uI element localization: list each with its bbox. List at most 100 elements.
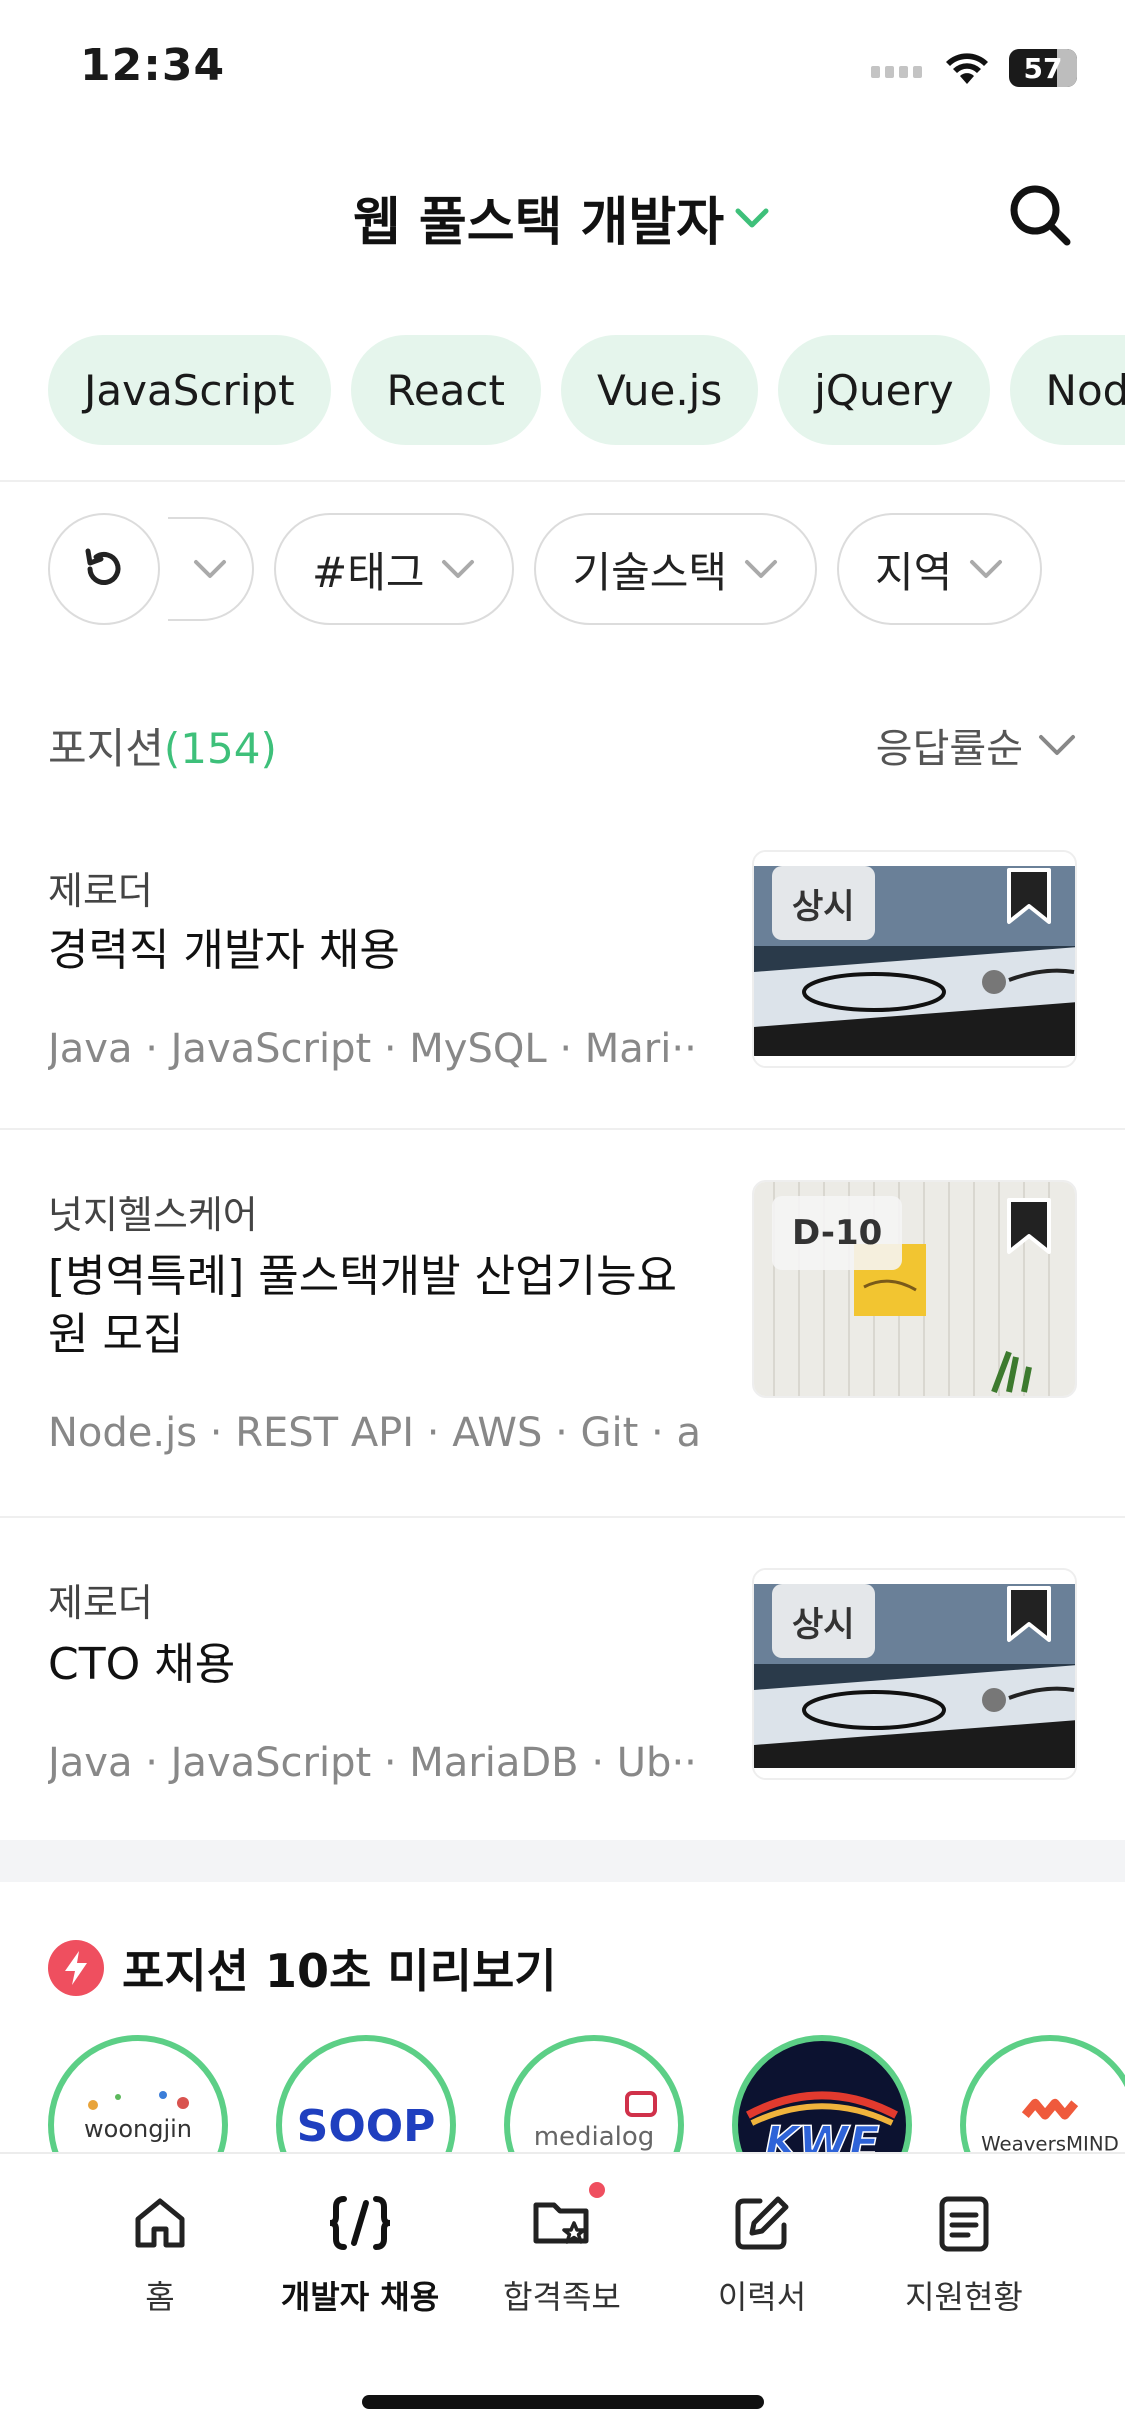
search-icon[interactable] [1005,180,1075,250]
company-logo-medialog[interactable]: medialog [504,2035,684,2155]
chevron-down-icon [442,560,475,578]
soop-logo: SOOP [297,2101,436,2152]
filter-dropdown-partial[interactable] [168,517,254,621]
job-thumbnail: 상시 [752,850,1077,1068]
job-title: CTO 채용 [48,1639,236,1690]
job-thumbnail: 상시 [752,1568,1077,1780]
nav-label: 이력서 [717,2278,807,2316]
battery-level: 57 [1023,51,1063,85]
preview-section-header: 포지션 10초 미리보기 [48,1935,557,2001]
chevron-down-icon [194,560,226,578]
company-logo-weaversmind[interactable]: WeaversMIND [960,2035,1125,2155]
document-list-icon [929,2188,999,2258]
nav-label: 개발자 채용 [280,2278,440,2316]
nav-label: 홈 [145,2278,175,2316]
tech-chip[interactable]: jQuery [778,335,990,445]
woongjin-logo-text: woongjin [84,2115,192,2143]
lightning-icon [48,1940,104,1996]
divider [0,480,1125,482]
bookmark-icon[interactable] [1005,1196,1053,1256]
kwe-logo: KWE [746,2091,898,2155]
tech-chip[interactable]: JavaScript [48,335,331,445]
kwe-logo-text: KWE [764,2117,879,2155]
company-logo-woongjin[interactable]: woongjin [48,2035,228,2155]
tech-chip[interactable]: React [350,335,541,445]
filter-label: 지역 [875,547,953,597]
page-title: 웹 풀스택 개발자 [352,193,725,253]
chevron-down-icon [970,560,1003,578]
job-thumbnail: D-10 [752,1180,1077,1398]
divider [0,1128,1125,1130]
filter-label: #태그 [312,547,425,597]
job-list-item[interactable]: 제로더 CTO 채용 Java · JavaScript · MariaDB ·… [0,1568,1125,1828]
code-icon [325,2188,395,2258]
tech-chip[interactable]: Vue.js [560,335,759,445]
filter-tech-stack[interactable]: 기술스택 [534,513,818,625]
job-category-selector[interactable]: 웹 풀스택 개발자 [0,180,1125,255]
positions-label: 포지션(154) [48,715,277,776]
header: 웹 풀스택 개발자 [0,150,1125,280]
medialog-logo-text: medialog [534,2122,655,2152]
job-tags: Node.js · REST API · AWS · Git · a··· [48,1410,698,1456]
job-title: [병역특례] 풀스택개발 산업기능요원 모집 [48,1251,678,1360]
refresh-icon [85,548,121,585]
preview-title: 포지션 10초 미리보기 [122,1944,557,1998]
job-company: 제로더 [48,1581,153,1625]
job-company: 제로더 [48,869,153,913]
deadline-badge: D-10 [772,1196,903,1270]
edit-icon [727,2188,797,2258]
status-time: 12:34 [80,40,226,91]
job-tags: Java · JavaScript · MariaDB · Ub··· [48,1740,698,1786]
bottom-nav: 홈 개발자 채용 합격족보 이력서 지원현황 [0,2152,1125,2436]
chevron-down-icon [1039,735,1075,755]
sort-dropdown[interactable]: 응답률순 [876,716,1077,774]
nav-item-home[interactable]: 홈 [70,2188,250,2318]
status-bar: 12:34 57 [0,0,1125,140]
divider [0,1516,1125,1518]
job-company: 넛지헬스케어 [48,1193,258,1237]
filter-label: 기술스택 [572,547,728,597]
job-title: 경력직 개발자 채용 [48,925,400,976]
filter-reset-button[interactable] [48,513,160,625]
tech-chip-row: JavaScript React Vue.js jQuery Node.js [48,335,1125,445]
company-logo-soop[interactable]: SOOP [276,2035,456,2155]
nav-item-resume[interactable]: 이력서 [672,2188,852,2318]
nav-item-dev-jobs[interactable]: 개발자 채용 [270,2188,450,2318]
folder-star-icon [527,2182,605,2258]
battery-icon: 57 [1009,49,1077,87]
job-tags: Java · JavaScript · MySQL · Mari··· [48,1026,698,1072]
home-indicator [362,2395,764,2409]
filter-region[interactable]: 지역 [837,513,1043,625]
status-icons: 57 [871,46,1077,90]
weaversmind-logo: WeaversMIND [981,2098,1119,2155]
medialog-logo: medialog [534,2091,657,2152]
job-list-item[interactable]: 넛지헬스케어 [병역특례] 풀스택개발 산업기능요원 모집 Node.js · … [0,1180,1125,1510]
woongjin-logo: woongjin [84,2091,192,2143]
section-separator [0,1840,1125,1882]
chevron-down-icon [745,560,778,578]
deadline-badge: 상시 [772,1584,875,1658]
nav-item-pass-archive[interactable]: 합격족보 [472,2182,652,2318]
positions-count: (154) [163,723,277,773]
filter-row: #태그 기술스택 지역 [48,513,1043,625]
bookmark-icon[interactable] [1005,1584,1053,1644]
wifi-icon [946,53,988,84]
filter-tag[interactable]: #태그 [274,513,515,625]
company-logo-kwe[interactable]: KWE [732,2035,912,2155]
tech-chip[interactable]: Node.js [1009,335,1125,445]
soop-logo-text: SOOP [297,2101,436,2152]
positions-title: 포지션 [48,723,164,773]
job-list-item[interactable]: 제로더 경력직 개발자 채용 Java · JavaScript · MySQL… [0,850,1125,1130]
nav-item-applications[interactable]: 지원현황 [874,2188,1054,2318]
deadline-badge: 상시 [772,866,875,940]
nav-label: 지원현황 [905,2278,1023,2316]
sort-label: 응답률순 [875,726,1023,772]
list-header: 포지션(154) 응답률순 [48,710,1077,780]
cellular-signal-icon [871,66,922,78]
notification-dot [589,2182,605,2198]
company-logo-row: woongjin SOOP medialog KWE WeaversMIND [48,2035,1125,2155]
nav-label: 합격족보 [503,2278,621,2316]
home-icon [125,2188,195,2258]
chevron-down-icon [735,208,769,227]
bookmark-icon[interactable] [1005,866,1053,926]
